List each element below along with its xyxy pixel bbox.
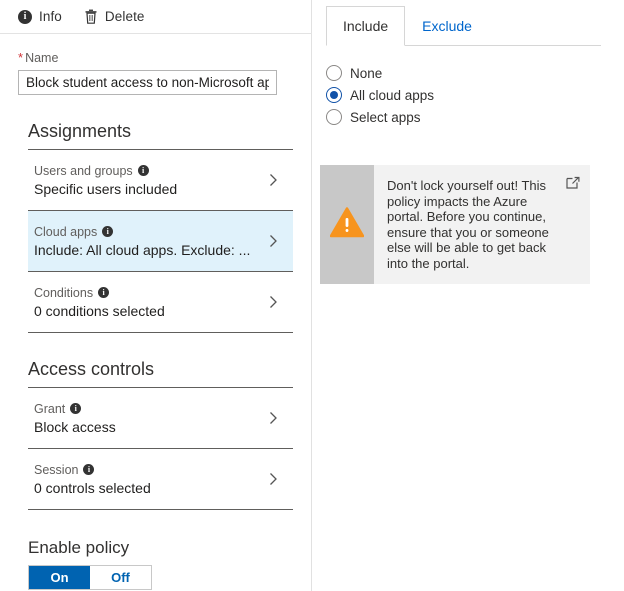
- chevron-right-icon: [265, 294, 281, 310]
- row-label: Grant: [34, 401, 66, 416]
- cloud-apps-radio-group: None All cloud apps Select apps: [312, 52, 624, 128]
- row-label-line: Cloud apps: [34, 225, 250, 239]
- info-circle-icon[interactable]: [70, 403, 82, 414]
- radio-icon: [326, 65, 342, 81]
- warning-text: Don't lock yourself out! This policy imp…: [387, 178, 549, 271]
- required-marker: *: [18, 50, 24, 65]
- toggle-option-off[interactable]: Off: [90, 566, 151, 589]
- name-field-label: * Name: [18, 50, 293, 65]
- external-link-icon[interactable]: [566, 176, 580, 190]
- row-session[interactable]: Session 0 controls selected: [28, 449, 293, 509]
- radio-icon-selected: [326, 87, 342, 103]
- row-value: 0 conditions selected: [34, 302, 165, 319]
- row-text: Cloud apps Include: All cloud apps. Excl…: [34, 225, 250, 258]
- row-label: Users and groups: [34, 163, 133, 178]
- info-circle-icon: [18, 9, 32, 24]
- info-button-label: Info: [39, 9, 62, 24]
- toggle-option-on[interactable]: On: [29, 566, 90, 589]
- trash-icon: [84, 9, 98, 24]
- chevron-right-icon: [265, 172, 281, 188]
- enable-policy-toggle[interactable]: On Off: [28, 565, 152, 590]
- row-grant[interactable]: Grant Block access: [28, 388, 293, 448]
- info-circle-icon[interactable]: [98, 287, 110, 298]
- assignments-title: Assignments: [28, 121, 132, 141]
- radio-option-select-apps[interactable]: Select apps: [326, 106, 624, 128]
- info-circle-icon[interactable]: [102, 226, 114, 237]
- radio-icon: [326, 109, 342, 125]
- assignments-section: Assignments Users and groups Specific us…: [0, 121, 311, 333]
- row-text: Grant Block access: [34, 402, 116, 435]
- access-controls-rows: Grant Block access Session: [0, 387, 311, 510]
- name-field-block: * Name: [0, 34, 311, 95]
- row-label-line: Users and groups: [34, 164, 177, 178]
- delete-button[interactable]: Delete: [84, 7, 145, 26]
- row-label: Conditions: [34, 285, 94, 300]
- delete-button-label: Delete: [104, 9, 145, 24]
- radio-label: None: [350, 65, 383, 81]
- enable-policy-block: Enable policy On Off: [0, 510, 311, 590]
- cloud-apps-pane: Include Exclude None All cloud apps Sele…: [312, 0, 624, 591]
- policy-editor-page: Info Delete *Name: [0, 0, 624, 591]
- policy-detail-pane: Info Delete *Name: [0, 0, 312, 591]
- chevron-right-icon: [265, 471, 281, 487]
- include-exclude-tabs: Include Exclude: [326, 6, 624, 46]
- row-users-and-groups[interactable]: Users and groups Specific users included: [28, 150, 293, 210]
- row-cloud-apps[interactable]: Cloud apps Include: All cloud apps. Excl…: [28, 211, 293, 271]
- row-value: Include: All cloud apps. Exclude: ...: [34, 241, 251, 258]
- warning-icon-strip: [320, 165, 374, 284]
- access-controls-section: Access controls Grant Block access: [0, 359, 311, 510]
- enable-policy-label: Enable policy: [28, 538, 130, 557]
- chevron-right-icon: [265, 233, 281, 249]
- row-label-line: Grant: [34, 402, 116, 416]
- radio-label: Select apps: [350, 109, 421, 125]
- divider: [28, 332, 293, 333]
- row-value: Block access: [34, 418, 116, 435]
- info-circle-icon[interactable]: [137, 165, 149, 176]
- radio-option-none[interactable]: None: [326, 62, 624, 84]
- row-text: Session 0 controls selected: [34, 463, 151, 496]
- name-label-text: Name: [25, 51, 59, 65]
- row-value: Specific users included: [34, 180, 178, 197]
- row-label-line: Session: [34, 463, 151, 477]
- chevron-right-icon: [265, 410, 281, 426]
- command-bar: Info Delete: [0, 0, 311, 33]
- radio-label: All cloud apps: [350, 87, 435, 103]
- row-label: Cloud apps: [34, 224, 98, 239]
- radio-option-all-cloud-apps[interactable]: All cloud apps: [326, 84, 624, 106]
- name-input[interactable]: [18, 70, 277, 95]
- row-text: Users and groups Specific users included: [34, 164, 177, 197]
- tab-include[interactable]: Include: [326, 6, 406, 46]
- access-controls-title: Access controls: [28, 359, 155, 379]
- lockout-warning-card: Don't lock yourself out! This policy imp…: [320, 165, 590, 284]
- row-text: Conditions 0 conditions selected: [34, 286, 165, 319]
- tab-exclude[interactable]: Exclude: [405, 6, 489, 46]
- assignments-rows: Users and groups Specific users included…: [0, 149, 311, 333]
- row-label: Session: [34, 462, 79, 477]
- row-label-line: Conditions: [34, 286, 165, 300]
- info-button[interactable]: Info: [18, 7, 62, 26]
- row-conditions[interactable]: Conditions 0 conditions selected: [28, 272, 293, 332]
- info-circle-icon[interactable]: [83, 464, 95, 475]
- warning-triangle-icon: [329, 206, 365, 243]
- row-value: 0 controls selected: [34, 479, 151, 496]
